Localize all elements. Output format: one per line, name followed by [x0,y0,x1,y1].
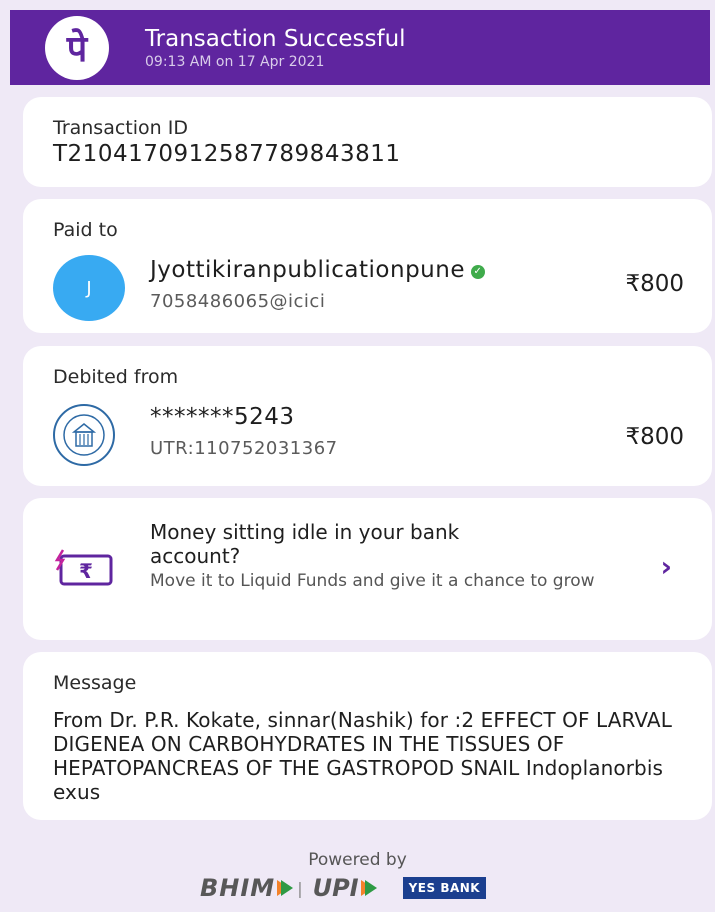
message-label: Message [53,672,137,694]
message-text: From Dr. P.R. Kokate, sinnar(Nashik) for… [53,708,672,804]
transaction-id-label: Transaction ID [53,117,188,139]
liquid-funds-promo-card[interactable]: ₹ Money sitting idle in your bank accoun… [23,498,712,640]
transaction-timestamp: 09:13 AM on 17 Apr 2021 [145,54,325,70]
avatar: J [53,255,125,321]
transaction-id-card: Transaction ID T2104170912587789843811 [23,97,712,187]
logo-divider: | [297,878,303,898]
header-text: Transaction Successful 09:13 AM on 17 Ap… [145,25,406,70]
paid-to-card[interactable]: Paid to J Jyottikiranpublicationpune ✓ 70… [23,199,712,333]
utr-number: UTR:110752031367 [150,438,338,459]
paid-to-label: Paid to [53,219,118,241]
bank-building-icon [63,414,105,456]
debited-amount: ₹800 [625,424,684,450]
promo-subtitle: Move it to Liquid Funds and give it a ch… [150,571,595,591]
app-header: पे Transaction Successful 09:13 AM on 17… [10,10,710,85]
rupee-card-icon: ₹ [53,548,115,592]
partner-logos: BHIM | UPI YES BANK [200,873,540,903]
transaction-id-value[interactable]: T2104170912587789843811 [53,141,400,167]
page-title: Transaction Successful [145,26,406,52]
payee-name-row: Jyottikiranpublicationpune ✓ [150,257,485,283]
message-card: Message From Dr. P.R. Kokate, sinnar(Nas… [23,652,712,820]
verified-check-icon: ✓ [471,265,485,279]
bank-emblem-icon [53,404,115,466]
promo-title: Money sitting idle in your bank account? [150,520,460,568]
yes-bank-logo: YES BANK [402,877,487,899]
payee-upi-id: 7058486065@icici [150,291,326,312]
svg-text:₹: ₹ [79,559,93,583]
paid-amount: ₹800 [625,271,684,297]
chevron-right-icon[interactable]: › [660,550,672,583]
upi-logo: UPI [312,874,359,902]
powered-by-label: Powered by [308,850,407,870]
bhim-logo: BHIM [200,874,276,902]
payee-name: Jyottikiranpublicationpune [150,257,465,283]
upi-arrow-green-icon [364,880,377,896]
debited-from-label: Debited from [53,366,179,388]
bhim-arrow-green-icon [281,880,294,896]
debited-from-card[interactable]: Debited from *******5243 UTR:11075203136… [23,346,712,486]
account-number-masked: *******5243 [150,404,295,430]
phonepe-logo: पे [45,15,109,80]
